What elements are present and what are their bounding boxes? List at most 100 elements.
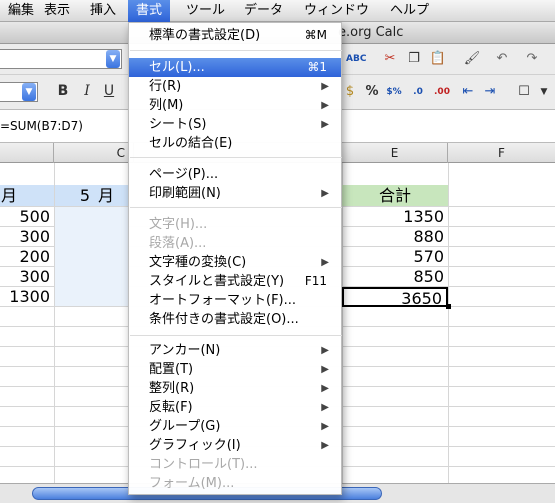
- menu-item-form[interactable]: フォーム(M)...: [129, 474, 341, 493]
- cell-total[interactable]: 850: [342, 267, 448, 287]
- menu-item-page[interactable]: ページ(P)...: [129, 165, 341, 184]
- format-paintbrush-icon[interactable]: 🖌: [462, 49, 482, 69]
- menubar: 編集 表示 挿入 書式 ツール データ ウィンドウ ヘルプ: [0, 0, 555, 22]
- menu-item-autoformat[interactable]: オートフォーマット(F)...: [129, 291, 341, 310]
- submenu-arrow-icon: ▶: [321, 440, 329, 451]
- header-cell-month[interactable]: 月: [0, 185, 54, 206]
- header-cell-total[interactable]: 合計: [342, 185, 448, 206]
- menu-item-default-formatting[interactable]: 標準の書式設定(D) ⌘M: [129, 26, 341, 45]
- decrease-indent-icon[interactable]: ⇤: [458, 82, 478, 102]
- selected-cell-total[interactable]: 3650: [342, 287, 448, 308]
- menu-separator: [130, 335, 342, 336]
- add-decimal-icon[interactable]: .0: [408, 82, 428, 102]
- menu-item-label: 段落(A)...: [149, 236, 207, 251]
- column-header-f[interactable]: F: [448, 143, 555, 163]
- cell-total[interactable]: 570: [342, 247, 448, 267]
- menu-item-label: セル(L)...: [149, 60, 205, 75]
- menu-item-print-ranges[interactable]: 印刷範囲(N) ▶: [129, 184, 341, 203]
- column-header-e[interactable]: E: [342, 143, 448, 163]
- menu-separator: [130, 157, 342, 158]
- increase-indent-icon[interactable]: ⇥: [480, 82, 500, 102]
- menu-tools[interactable]: ツール: [178, 0, 233, 22]
- menu-item-label: 文字種の変換(C): [149, 255, 247, 270]
- menu-item-label: 文字(H)...: [149, 217, 208, 232]
- menu-item-label: スタイルと書式設定(Y): [149, 274, 285, 289]
- menu-item-label: 配置(T): [149, 362, 194, 377]
- menu-item-label: 印刷範囲(N): [149, 186, 221, 201]
- undo-icon[interactable]: ↶: [492, 49, 512, 69]
- header-cell-may[interactable]: 5月: [55, 185, 128, 206]
- window-title: e.org Calc: [338, 25, 404, 40]
- grid-line: [448, 163, 449, 493]
- standard-format-icon[interactable]: $%: [384, 82, 404, 102]
- cell-fill: [55, 207, 128, 306]
- cell-value[interactable]: 500: [0, 207, 54, 227]
- menu-item-row[interactable]: 行(R) ▶: [129, 77, 341, 96]
- submenu-arrow-icon: ▶: [321, 345, 329, 356]
- submenu-arrow-icon: ▶: [321, 257, 329, 268]
- menu-item-cells[interactable]: セル(L)... ⌘1: [129, 58, 341, 77]
- underline-button[interactable]: U: [100, 83, 118, 99]
- menu-item-group[interactable]: グループ(G) ▶: [129, 417, 341, 436]
- menu-item-conditional-formatting[interactable]: 条件付きの書式設定(O)...: [129, 310, 341, 329]
- borders-icon[interactable]: ☐: [514, 82, 534, 102]
- cell-value[interactable]: 300: [0, 267, 54, 287]
- bold-button[interactable]: B: [54, 83, 72, 99]
- menu-item-label: ページ(P)...: [149, 167, 219, 182]
- menu-item-column[interactable]: 列(M) ▶: [129, 96, 341, 115]
- percent-format-icon[interactable]: %: [362, 82, 382, 102]
- font-size-combo[interactable]: ▼: [0, 82, 38, 102]
- copy-icon[interactable]: ❐: [404, 49, 424, 69]
- menu-separator: [130, 50, 342, 51]
- cut-icon[interactable]: ✂: [380, 49, 400, 69]
- menu-item-label: 条件付きの書式設定(O)...: [149, 312, 299, 327]
- cell-value[interactable]: 300: [0, 227, 54, 247]
- menu-data[interactable]: データ: [236, 0, 291, 22]
- cell-total[interactable]: 1350: [342, 207, 448, 227]
- formula-input[interactable]: =SUM(B7:D7): [0, 119, 83, 133]
- menu-insert[interactable]: 挿入: [82, 0, 124, 22]
- menu-item-character[interactable]: 文字(H)...: [129, 215, 341, 234]
- cell-value[interactable]: 200: [0, 247, 54, 267]
- menu-item-change-case[interactable]: 文字種の変換(C) ▶: [129, 253, 341, 272]
- menu-help[interactable]: ヘルプ: [382, 0, 437, 22]
- menu-item-flip[interactable]: 反転(F) ▶: [129, 398, 341, 417]
- paste-icon[interactable]: 📋: [428, 49, 448, 69]
- menu-item-label: セルの結合(E): [149, 136, 233, 151]
- menu-item-graphics[interactable]: グラフィック(I) ▶: [129, 436, 341, 455]
- menu-item-label: 行(R): [149, 79, 182, 94]
- menu-item-merge-cells[interactable]: セルの結合(E): [129, 134, 341, 153]
- menu-item-sheet[interactable]: シート(S) ▶: [129, 115, 341, 134]
- column-header-c[interactable]: C: [54, 143, 134, 163]
- menu-item-label: グループ(G): [149, 419, 221, 434]
- menu-item-arrange[interactable]: 配置(T) ▶: [129, 360, 341, 379]
- menu-item-label: コントロール(T)...: [149, 457, 258, 472]
- cell-value[interactable]: 1300: [0, 287, 54, 307]
- menu-item-alignment[interactable]: 整列(R) ▶: [129, 379, 341, 398]
- menu-item-label: フォーム(M)...: [149, 476, 235, 491]
- menu-item-styles-and-formatting[interactable]: スタイルと書式設定(Y) F11: [129, 272, 341, 291]
- style-combo[interactable]: ▼: [0, 49, 122, 69]
- menu-item-label: 列(M): [149, 98, 184, 113]
- delete-decimal-icon[interactable]: .00: [432, 82, 452, 102]
- menu-separator: [130, 207, 342, 208]
- column-header-b[interactable]: [0, 143, 54, 163]
- submenu-arrow-icon: ▶: [321, 364, 329, 375]
- menu-item-paragraph[interactable]: 段落(A)...: [129, 234, 341, 253]
- fill-handle[interactable]: [446, 304, 451, 309]
- redo-icon[interactable]: ↷: [522, 49, 542, 69]
- chevron-down-icon[interactable]: ▼: [22, 83, 36, 101]
- menu-item-anchor[interactable]: アンカー(N) ▶: [129, 341, 341, 360]
- menu-item-label: グラフィック(I): [149, 438, 241, 453]
- chevron-down-icon[interactable]: ▼: [106, 50, 120, 68]
- spellcheck-icon[interactable]: ABC: [346, 49, 366, 69]
- chevron-down-icon[interactable]: ▼: [534, 82, 554, 102]
- cell-total[interactable]: 880: [342, 227, 448, 247]
- menu-format[interactable]: 書式: [128, 0, 171, 22]
- currency-format-icon[interactable]: $: [340, 82, 360, 102]
- menu-view[interactable]: 表示: [36, 0, 78, 22]
- menu-item-label: 反転(F): [149, 400, 193, 415]
- menu-window[interactable]: ウィンドウ: [296, 0, 377, 22]
- italic-button[interactable]: I: [78, 83, 96, 99]
- menu-item-control[interactable]: コントロール(T)...: [129, 455, 341, 474]
